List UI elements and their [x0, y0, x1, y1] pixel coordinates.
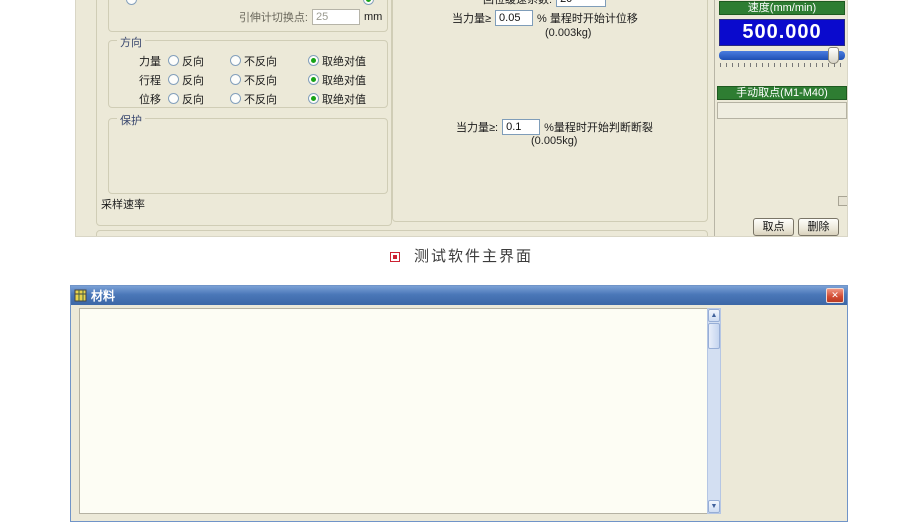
break-start-suffix: %量程时开始判断断裂 [544, 119, 653, 135]
disp-start-row: 当力量≥ 0.05 % 量程时开始计位移 [452, 10, 638, 26]
speed-display: 500.000 [719, 19, 845, 46]
radio-button[interactable] [308, 74, 319, 85]
direction-row-label: 力量 [139, 53, 168, 69]
scroll-thumb[interactable] [708, 323, 720, 349]
radio-button[interactable] [308, 93, 319, 104]
radio-button[interactable] [168, 93, 179, 104]
extensometer-group: 引伸计切换点: 25 mm [108, 0, 388, 32]
radio-option[interactable]: 不反向 [230, 72, 308, 88]
material-table [79, 308, 708, 514]
radio-option-label: 反向 [182, 72, 204, 88]
break-start-input[interactable]: 0.1 [502, 119, 540, 135]
protection-group: 保护 [108, 118, 388, 194]
disp-start-input[interactable]: 0.05 [495, 10, 533, 26]
close-button[interactable]: ✕ [826, 288, 844, 303]
direction-group: 方向 力量反向不反向取绝对值行程反向不反向取绝对值位移反向不反向取绝对值 [108, 40, 388, 108]
speed-header: 速度(mm/min) [719, 1, 845, 15]
direction-row-label: 位移 [139, 91, 168, 107]
point-table-scroll-button[interactable] [838, 196, 848, 206]
radio-option[interactable]: 取绝对值 [308, 53, 366, 69]
take-point-button[interactable]: 取点 [753, 218, 794, 236]
slider-ticks [720, 63, 844, 67]
radio-option[interactable]: 反向 [168, 53, 230, 69]
radio-button[interactable] [230, 74, 241, 85]
radio-button[interactable] [168, 55, 179, 66]
caption-row: 测试软件主界面 [75, 245, 848, 266]
sampling-label: 采样速率 [101, 196, 149, 212]
material-titlebar[interactable]: 材料 ✕ [71, 286, 847, 305]
direction-row: 行程反向 不反向 取绝对值 [139, 70, 387, 89]
radio-option-label: 取绝对值 [322, 53, 366, 69]
delete-point-button[interactable]: 删除 [798, 218, 839, 236]
radio-option-label: 不反向 [244, 91, 277, 107]
direction-row: 力量反向 不反向 取绝对值 [139, 51, 387, 70]
disp-start-note: (0.003kg) [545, 27, 591, 39]
return-coef-input[interactable]: 20 [556, 0, 606, 7]
material-window: 材料 ✕ ▲ ▼ [70, 285, 848, 522]
radio-option[interactable]: 取绝对值 [308, 91, 366, 107]
extenso-unit: mm [364, 11, 382, 23]
test-software-panel: 引伸计切换点: 25 mm 方向 力量反向不反向取绝对值行程反向不反向取绝对值位… [75, 0, 848, 237]
direction-group-title: 方向 [117, 34, 145, 50]
speed-slider-track[interactable] [719, 51, 845, 60]
material-window-icon [74, 289, 87, 302]
speed-slider-thumb[interactable] [828, 47, 839, 64]
scroll-up-button[interactable]: ▲ [708, 309, 720, 322]
radio-option-label: 不反向 [244, 72, 277, 88]
disp-start-suffix: % 量程时开始计位移 [537, 10, 638, 26]
break-start-row: 当力量≥: 0.1 %量程时开始判断断裂 [456, 119, 653, 135]
material-table-scrollbar[interactable]: ▲ ▼ [707, 308, 721, 514]
window-title: 材料 [91, 287, 115, 304]
scroll-down-button[interactable]: ▼ [708, 500, 720, 513]
break-start-note: (0.005kg) [531, 135, 577, 147]
radio-button[interactable] [308, 55, 319, 66]
radio-button[interactable] [168, 74, 179, 85]
radio-option-label: 取绝对值 [322, 91, 366, 107]
caption-bullet-icon [390, 252, 400, 262]
direction-row: 位移反向 不反向 取绝对值 [139, 89, 387, 108]
return-coef-label: 回位缓速系数: [483, 0, 552, 7]
radio-option[interactable]: 不反向 [230, 91, 308, 107]
point-table [717, 102, 847, 119]
radio-option[interactable]: 不反向 [230, 53, 308, 69]
radio-option[interactable]: 取绝对值 [308, 72, 366, 88]
return-coef-row: 回位缓速系数: 20 [483, 0, 606, 7]
radio-button[interactable] [230, 93, 241, 104]
page: 引伸计切换点: 25 mm 方向 力量反向不反向取绝对值行程反向不反向取绝对值位… [0, 0, 920, 522]
radio-option-label: 反向 [182, 91, 204, 107]
radio-option[interactable]: 反向 [168, 72, 230, 88]
radio-option-label: 取绝对值 [322, 72, 366, 88]
sampling-row: 采样速率 [101, 196, 149, 212]
extenso-label: 引伸计切换点: [164, 9, 308, 25]
radio-option[interactable]: 反向 [168, 91, 230, 107]
radio-option-label: 不反向 [244, 53, 277, 69]
manual-points-header: 手动取点(M1-M40) [717, 86, 847, 100]
next-section-border [96, 230, 708, 237]
caption-text: 测试软件主界面 [414, 248, 533, 265]
disp-start-prefix: 当力量≥ [452, 10, 491, 26]
radio-button[interactable] [230, 55, 241, 66]
extenso-input[interactable]: 25 [312, 9, 360, 25]
protection-group-title: 保护 [117, 112, 145, 128]
direction-row-label: 行程 [139, 72, 168, 88]
radio-option-label: 反向 [182, 53, 204, 69]
break-start-prefix: 当力量≥: [456, 119, 498, 135]
